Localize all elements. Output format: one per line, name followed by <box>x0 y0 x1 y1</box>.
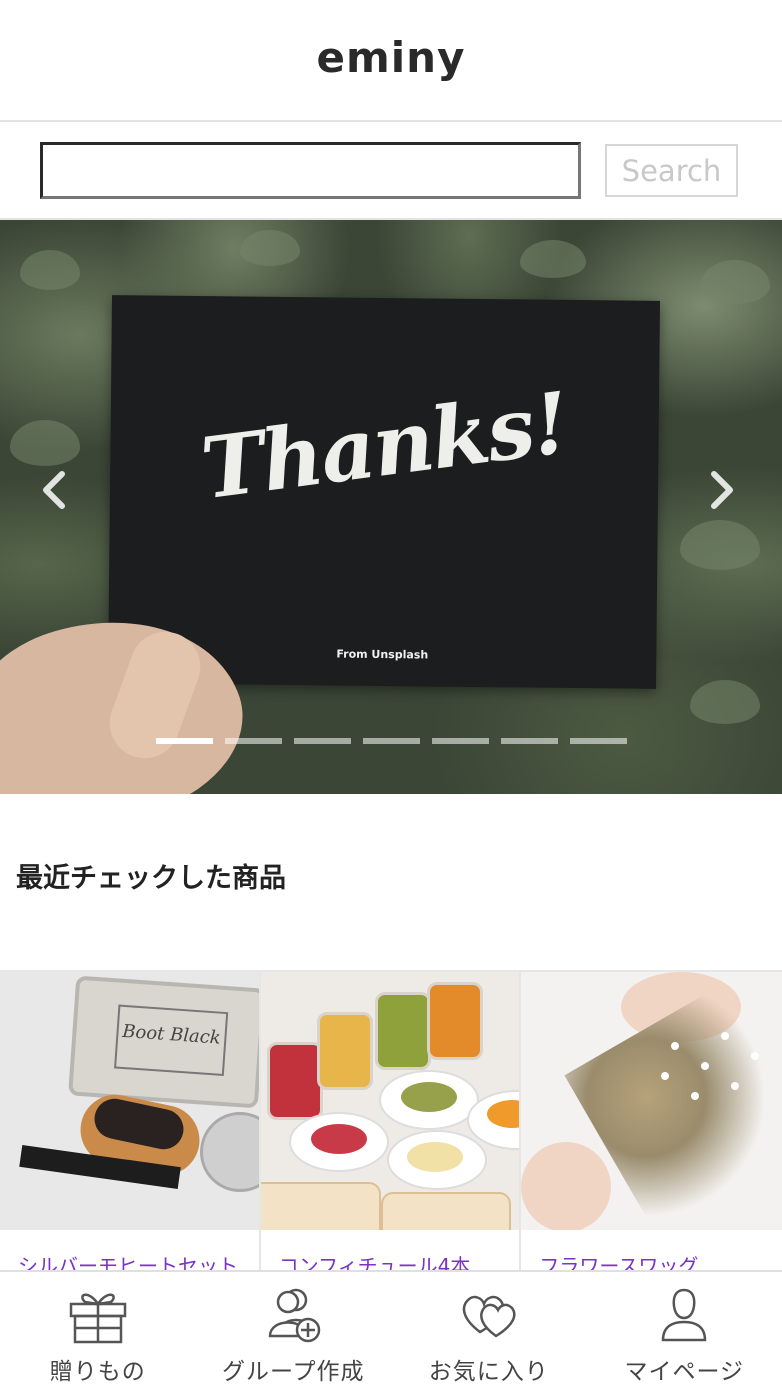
product-image-shoe-care[interactable]: Boot Black <box>0 972 259 1230</box>
carousel-dot[interactable] <box>225 738 282 744</box>
add-group-icon <box>268 1288 321 1343</box>
app-logo[interactable]: eminy <box>317 33 466 82</box>
tab-create-group[interactable]: グループ作成 <box>196 1272 392 1392</box>
tab-label: 贈りもの <box>49 1359 146 1385</box>
chevron-left-icon <box>43 471 65 509</box>
product-name[interactable]: フラワースワッグ <box>521 1230 782 1270</box>
search-bar: Search <box>0 122 782 220</box>
carousel-dot[interactable] <box>363 738 420 744</box>
product-card[interactable]: コンフィチュール4本 <box>260 972 522 1270</box>
tab-label: マイページ <box>624 1359 745 1385</box>
carousel-next-button[interactable] <box>704 466 740 514</box>
thanks-card-image: Thanks! From Unsplash <box>107 295 661 689</box>
app-header: eminy <box>0 0 782 122</box>
product-name[interactable]: シルバーモヒートセット <box>0 1230 259 1270</box>
bottom-tab-bar: 贈りもの グループ作成 お気に入り マイページ <box>0 1270 782 1392</box>
tab-label: お気に入り <box>428 1359 549 1385</box>
hero-carousel[interactable]: Thanks! From Unsplash <box>0 220 782 794</box>
tab-favorites[interactable]: お気に入り <box>391 1272 587 1392</box>
product-card[interactable]: Boot Black シルバーモヒートセット <box>0 972 261 1270</box>
carousel-dot[interactable] <box>294 738 351 744</box>
product-image-flower-swag[interactable] <box>521 972 782 1230</box>
carousel-dot[interactable] <box>570 738 627 744</box>
search-button[interactable]: Search <box>605 144 738 197</box>
chevron-right-icon <box>711 471 733 509</box>
recent-items-list: Boot Black シルバーモヒートセット コンフィチュール4本 フラワースワ… <box>0 970 782 1270</box>
hearts-icon <box>462 1295 516 1338</box>
card-script-text: Thanks! <box>195 372 574 519</box>
gift-icon <box>69 1293 126 1344</box>
product-card[interactable]: フラワースワッグ <box>521 972 782 1270</box>
search-input[interactable] <box>40 142 581 199</box>
carousel-prev-button[interactable] <box>36 466 72 514</box>
product-name[interactable]: コンフィチュール4本 <box>261 1230 520 1270</box>
carousel-dot[interactable] <box>432 738 489 744</box>
carousel-indicators <box>156 738 627 744</box>
recent-items-title: 最近チェックした商品 <box>16 863 286 894</box>
product-image-jam[interactable] <box>260 972 520 1230</box>
tab-label: グループ作成 <box>221 1359 365 1385</box>
tab-gifts[interactable]: 贈りもの <box>0 1272 196 1392</box>
carousel-dot[interactable] <box>156 738 213 744</box>
user-icon <box>661 1288 707 1342</box>
tab-my-page[interactable]: マイページ <box>587 1272 782 1392</box>
carousel-dot[interactable] <box>501 738 558 744</box>
